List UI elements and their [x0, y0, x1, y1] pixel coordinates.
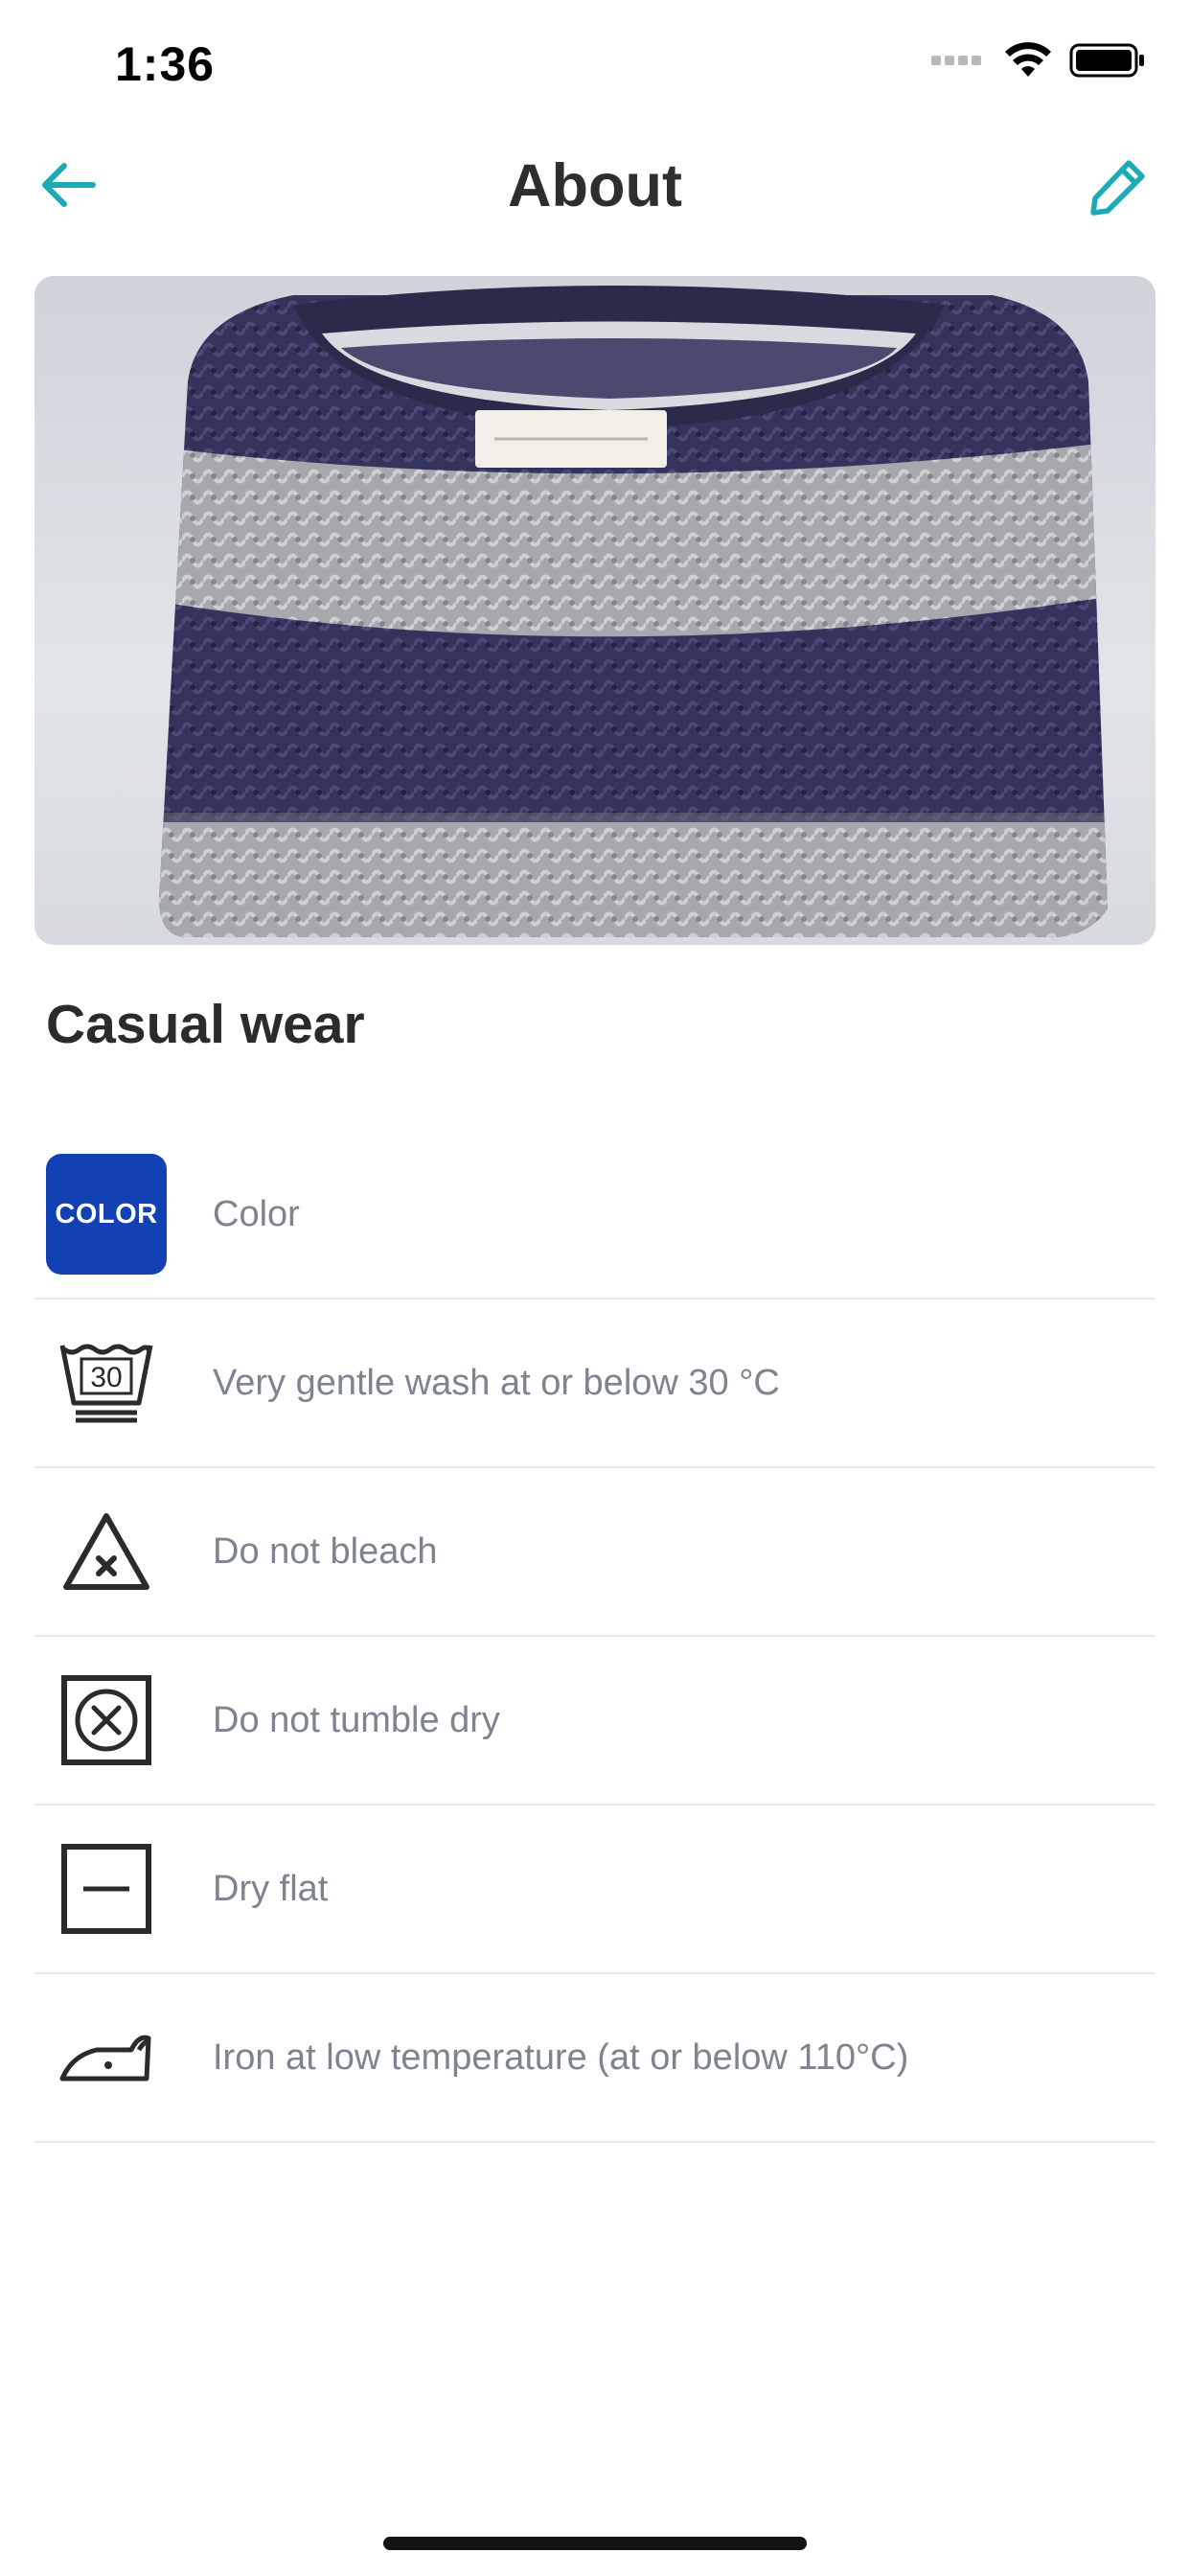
- list-item: Dry flat: [34, 1806, 1156, 1974]
- care-label: Dry flat: [213, 1868, 329, 1909]
- page-title: About: [508, 152, 682, 219]
- wash-30-icon: 30: [59, 1344, 153, 1423]
- care-label: Color: [213, 1193, 300, 1234]
- no-tumble-dry-icon: [61, 1675, 151, 1765]
- care-label: Very gentle wash at or below 30 °C: [213, 1362, 780, 1403]
- navigation-bar: About: [0, 126, 1190, 245]
- edit-button[interactable]: [1085, 153, 1152, 220]
- care-instructions-list: COLOR Color 30 Very gentle wash at or be…: [34, 1131, 1156, 2143]
- list-item: Do not bleach: [34, 1468, 1156, 1637]
- svg-text:30: 30: [90, 1362, 122, 1393]
- list-item: COLOR Color: [34, 1131, 1156, 1300]
- care-label: Do not bleach: [213, 1530, 438, 1572]
- wifi-icon: [1005, 42, 1051, 77]
- status-bar: 1:36: [0, 0, 1190, 126]
- status-indicators: [931, 42, 1146, 79]
- pencil-icon: [1090, 160, 1145, 216]
- home-indicator[interactable]: [383, 2537, 807, 2550]
- battery-icon: [1069, 43, 1144, 78]
- no-bleach-icon: [63, 1513, 149, 1590]
- care-label: Iron at low temperature (at or below 110…: [213, 2036, 909, 2078]
- iron-low-icon: [59, 2035, 151, 2082]
- cellular-signal-icon: [931, 56, 985, 65]
- list-item: Do not tumble dry: [34, 1637, 1156, 1806]
- dry-flat-icon: [61, 1844, 151, 1934]
- list-item: 30 Very gentle wash at or below 30 °C: [34, 1300, 1156, 1468]
- care-label: Do not tumble dry: [213, 1699, 500, 1740]
- list-item: Iron at low temperature (at or below 110…: [34, 1974, 1156, 2143]
- color-badge-icon: COLOR: [46, 1154, 167, 1275]
- status-time: 1:36: [115, 37, 216, 91]
- item-photo: [34, 276, 1156, 945]
- item-title: Casual wear: [46, 994, 365, 1055]
